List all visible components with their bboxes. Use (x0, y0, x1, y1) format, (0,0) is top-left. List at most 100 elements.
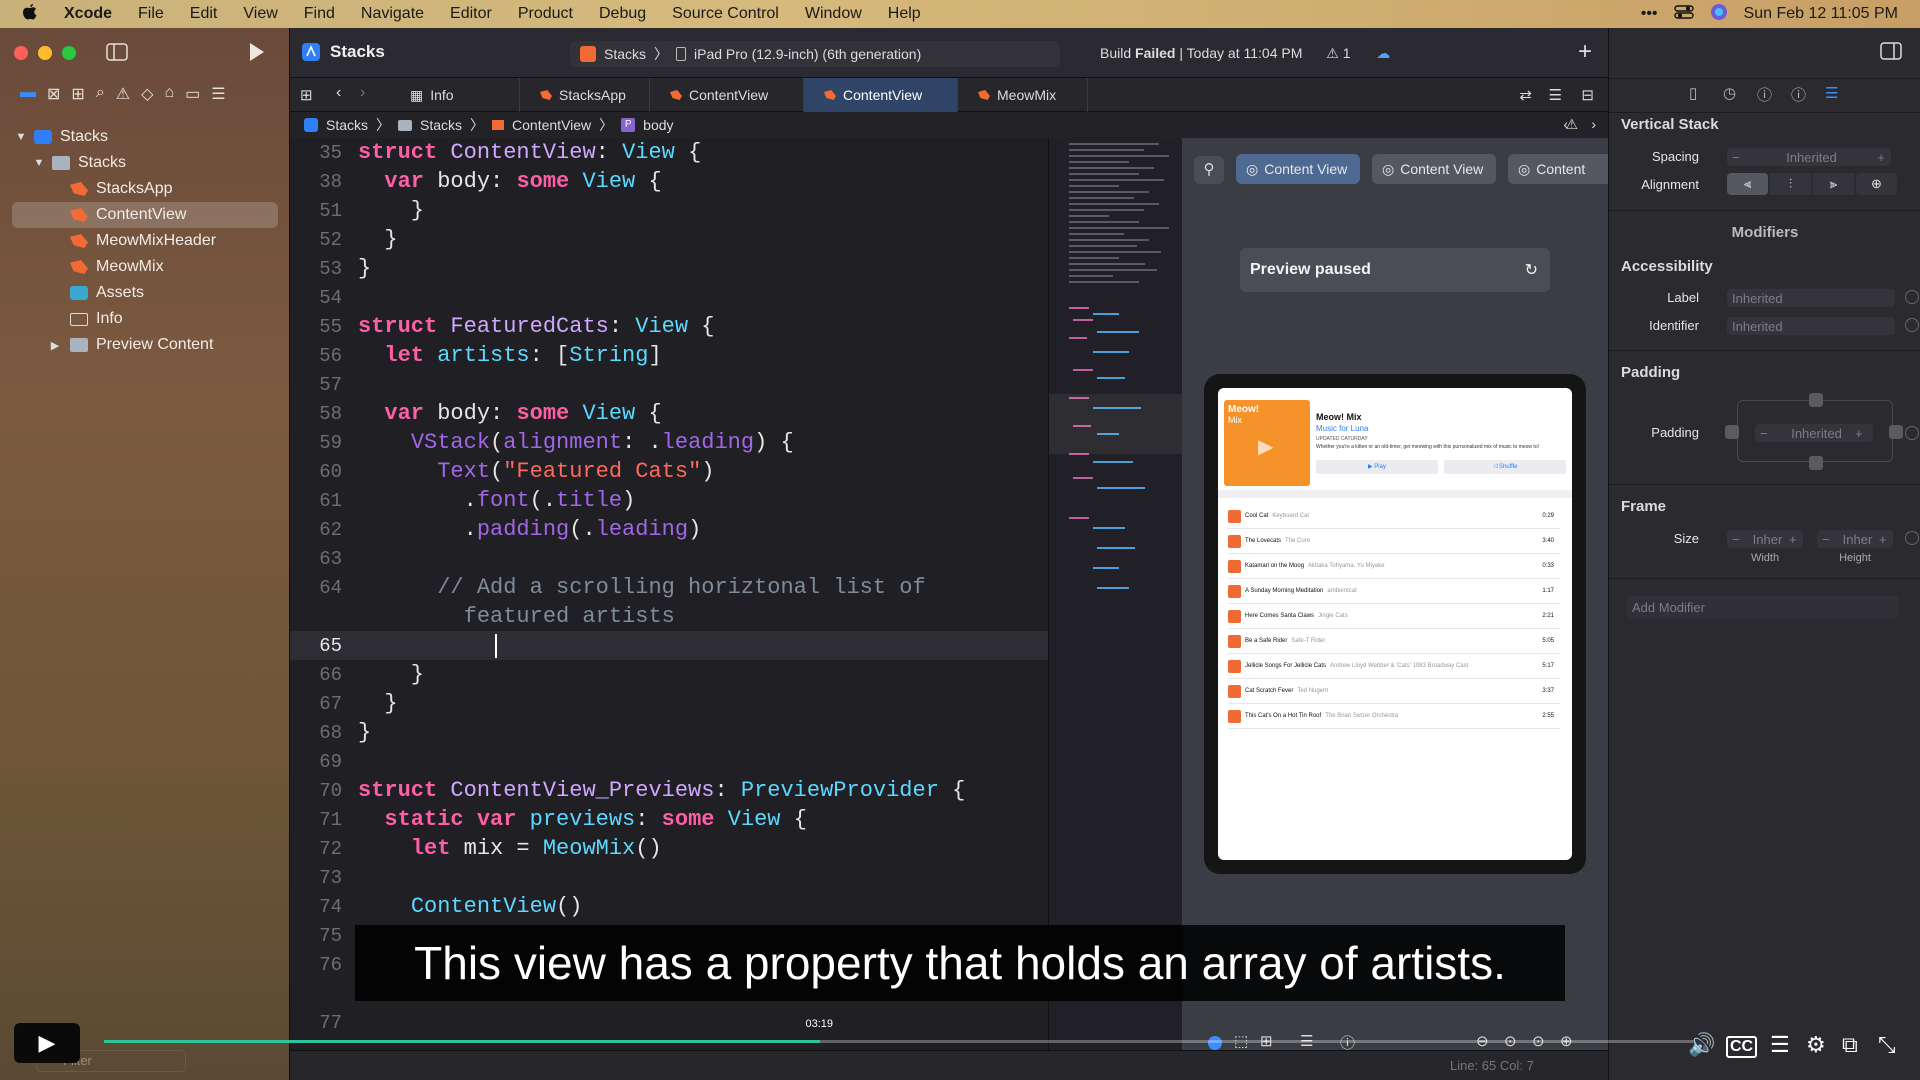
chevron-down-icon[interactable]: ▼ (14, 131, 28, 143)
padding-trailing-checkbox[interactable] (1889, 425, 1903, 439)
shuffle-button[interactable]: ⤨ Shuffle (1444, 460, 1566, 474)
track-row[interactable]: This Cat's On a Hot Tin Roof The Brian Se… (1228, 704, 1560, 729)
test-navigator-icon[interactable]: ◇ (141, 84, 153, 104)
clear-icon[interactable] (1905, 318, 1919, 332)
tab-info[interactable]: ▦ Info (390, 78, 520, 112)
clear-icon[interactable] (1905, 290, 1919, 304)
chevron-down-icon[interactable]: ▼ (32, 157, 46, 169)
more-icon[interactable]: ••• (1641, 5, 1658, 23)
sidebar-toggle-icon[interactable] (106, 43, 128, 66)
spacing-stepper[interactable]: − Inherited + (1727, 148, 1891, 166)
menu-view[interactable]: View (243, 5, 277, 23)
cloud-icon[interactable]: ☁ (1376, 45, 1390, 61)
padding-bottom-checkbox[interactable] (1809, 456, 1823, 470)
menu-navigate[interactable]: Navigate (361, 5, 424, 23)
accessibility-label-field[interactable]: Inherited (1727, 289, 1895, 307)
increment-icon[interactable]: + (1879, 532, 1893, 547)
activity-status[interactable]: Build Failed | Today at 11:04 PM ⚠ 1 ☁ (1100, 45, 1390, 62)
minimize-window-button[interactable] (38, 46, 52, 60)
split-editor-icon[interactable]: ⊟ (1581, 86, 1594, 104)
alignment-segmented-control[interactable]: ⫷ ⫶ ⫸ ⊕ (1727, 173, 1897, 195)
transcript-icon[interactable]: ☰ (1770, 1032, 1790, 1058)
menu-clock[interactable]: Sun Feb 12 11:05 PM (1744, 5, 1898, 23)
play-button[interactable]: ▶ Play (1316, 460, 1438, 474)
align-center-icon[interactable]: ⫶ (1770, 173, 1811, 195)
next-issue-icon[interactable]: › (1591, 116, 1596, 132)
closed-captions-icon[interactable]: CC (1726, 1036, 1758, 1058)
tree-item-project[interactable]: ▼ Stacks (0, 124, 290, 150)
refresh-icon[interactable]: ↻ (1525, 260, 1538, 280)
decrement-icon[interactable]: − (1732, 532, 1746, 547)
tree-item-group[interactable]: ▼ Stacks (0, 150, 290, 176)
find-navigator-icon[interactable]: ⌕ (96, 84, 105, 104)
chevron-right-icon[interactable]: ▶ (48, 339, 62, 352)
video-play-button[interactable]: ▶ (14, 1023, 80, 1063)
debug-navigator-icon[interactable]: ⌂ (164, 84, 174, 104)
zoom-window-button[interactable] (62, 46, 76, 60)
siri-icon[interactable] (1710, 3, 1728, 26)
tab-stacksapp[interactable]: StacksApp (520, 78, 650, 112)
inspector-toggle-icon[interactable] (1880, 42, 1902, 63)
decrement-icon[interactable]: − (1760, 426, 1778, 441)
tree-item-contentview[interactable]: ContentView (12, 202, 278, 228)
exit-fullscreen-icon[interactable]: ⤡ (1878, 1032, 1896, 1058)
apple-logo-icon[interactable] (22, 3, 44, 26)
source-control-navigator-icon[interactable]: ⊠ (47, 84, 60, 104)
align-more-icon[interactable]: ⊕ (1856, 173, 1897, 195)
editor-options-icon[interactable]: ☰ (1549, 86, 1562, 104)
track-row[interactable]: Cat Scratch Fever Ted Nugent 3:37 (1228, 679, 1560, 704)
align-trailing-icon[interactable]: ⫸ (1813, 173, 1854, 195)
folder-navigator-icon[interactable]: ▬ (20, 84, 36, 104)
decrement-icon[interactable]: − (1822, 532, 1836, 547)
padding-top-checkbox[interactable] (1809, 393, 1823, 407)
tree-item-meowmixheader[interactable]: MeowMixHeader (0, 228, 290, 254)
tab-contentview-active[interactable]: ContentView (804, 78, 958, 112)
tab-meowmix[interactable]: MeowMix (958, 78, 1088, 112)
run-icon[interactable] (248, 42, 266, 67)
grid-icon[interactable]: ⊞ (300, 86, 313, 104)
padding-stepper[interactable]: − Inherited + (1755, 424, 1873, 442)
breadcrumb-project[interactable]: Stacks (326, 117, 368, 133)
menu-product[interactable]: Product (518, 5, 573, 23)
close-window-button[interactable] (14, 46, 28, 60)
help-inspector-icon[interactable]: ⓘ (1757, 84, 1772, 105)
control-center-icon[interactable] (1673, 4, 1694, 24)
menu-file[interactable]: File (138, 5, 164, 23)
tree-item-assets[interactable]: Assets (0, 280, 290, 306)
preview-chip-content-view-selected[interactable]: ◎ Content View (1236, 154, 1360, 184)
clear-icon[interactable] (1905, 426, 1919, 440)
accessibility-identifier-field[interactable]: Inherited (1727, 317, 1895, 335)
decrement-icon[interactable]: − (1732, 150, 1752, 165)
menu-window[interactable]: Window (805, 5, 862, 23)
menu-find[interactable]: Find (304, 5, 335, 23)
increment-icon[interactable]: + (1855, 426, 1873, 441)
menu-source-control[interactable]: Source Control (672, 5, 779, 23)
preview-chip-content-view[interactable]: ◎ Content View (1372, 154, 1496, 184)
symbol-navigator-icon[interactable]: ⊞ (71, 84, 84, 104)
breakpoint-navigator-icon[interactable]: ▭ (185, 84, 200, 104)
tree-item-preview-content[interactable]: ▶ Preview Content (0, 332, 290, 358)
warning-icon[interactable]: ⚠ (1565, 116, 1578, 133)
tree-item-stacksapp[interactable]: StacksApp (0, 176, 290, 202)
attributes-inspector-icon[interactable]: ☰ (1825, 84, 1838, 102)
menu-edit[interactable]: Edit (190, 5, 218, 23)
track-row[interactable]: The Lovecats The Cure 3:40 (1228, 529, 1560, 554)
track-row[interactable]: Cool Cat Keyboard Cat 0:29 (1228, 504, 1560, 529)
settings-gear-icon[interactable]: ⚙ (1806, 1032, 1826, 1058)
increment-icon[interactable]: + (1789, 532, 1803, 547)
volume-icon[interactable]: 🔊 (1688, 1032, 1715, 1058)
breadcrumb-file[interactable]: ContentView (512, 117, 591, 133)
height-stepper[interactable]: − Inher + (1817, 530, 1893, 548)
identity-inspector-icon[interactable]: ⓘ (1791, 84, 1806, 105)
history-inspector-icon[interactable]: ◷ (1723, 84, 1736, 102)
increment-icon[interactable]: + (1871, 150, 1891, 165)
add-modifier-field[interactable]: Add Modifier (1627, 596, 1899, 618)
menu-editor[interactable]: Editor (450, 5, 492, 23)
pin-icon[interactable]: ⚲ (1194, 156, 1224, 184)
report-navigator-icon[interactable]: ☰ (211, 84, 225, 104)
track-row[interactable]: Here Comes Santa Claws Jingle Cats 2:21 (1228, 604, 1560, 629)
related-items-icon[interactable]: ⇄ (1519, 86, 1532, 104)
padding-leading-checkbox[interactable] (1725, 425, 1739, 439)
file-inspector-icon[interactable]: ▯ (1689, 84, 1697, 102)
forward-icon[interactable]: › (360, 84, 365, 102)
